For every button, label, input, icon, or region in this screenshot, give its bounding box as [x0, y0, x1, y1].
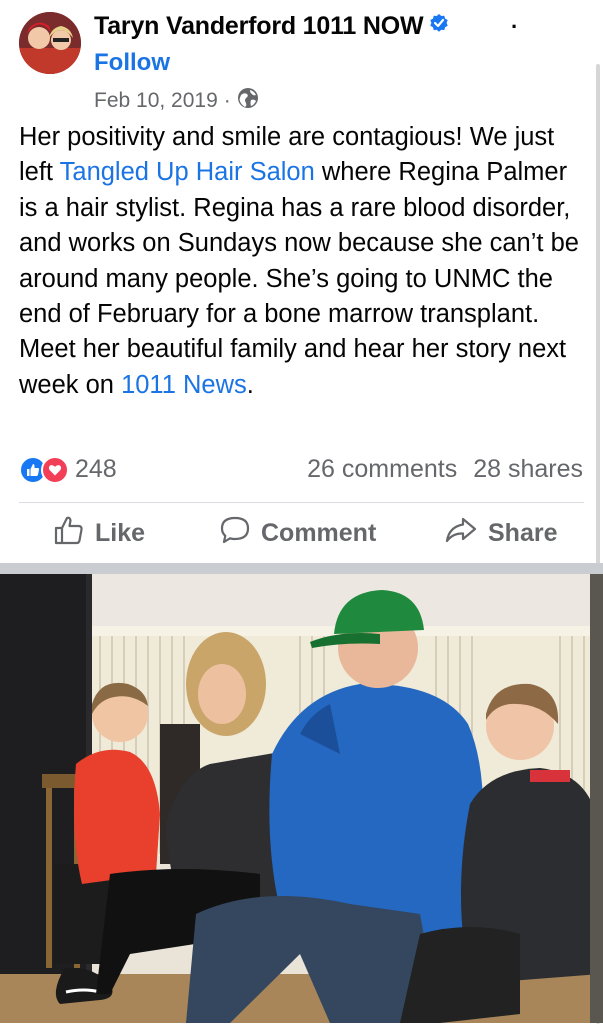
share-button[interactable]: Share [444, 512, 557, 554]
action-bar: Like Comment Share [0, 512, 603, 554]
post-date[interactable]: Feb 10, 2019 [94, 89, 218, 113]
like-label: Like [95, 518, 146, 547]
share-label: Share [488, 518, 558, 547]
globe-icon [237, 87, 259, 115]
post-text-segment: . [246, 370, 254, 399]
post-header: Taryn Vanderford 1011 NOW · Follow Feb 1… [0, 0, 603, 120]
post-text-segment: where Regina Palmer is a hair stylist. R… [19, 158, 579, 399]
share-icon [444, 514, 478, 553]
reaction-summary[interactable]: 248 [19, 455, 117, 484]
more-options-icon[interactable]: · [511, 14, 518, 40]
shares-count[interactable]: 28 shares [473, 455, 583, 484]
love-reaction-icon [41, 455, 69, 484]
follow-button[interactable]: Follow [94, 49, 170, 77]
verified-badge-icon [429, 11, 449, 40]
like-icon [53, 514, 85, 553]
post-meta: Feb 10, 2019 · [94, 87, 259, 115]
engagement-counts: 26 comments 28 shares [307, 455, 583, 484]
like-button[interactable]: Like [53, 512, 145, 554]
post-text-link[interactable]: Tangled Up Hair Salon [60, 158, 315, 186]
avatar[interactable] [19, 12, 81, 74]
post-text-link[interactable]: 1011 News [121, 371, 247, 399]
author-name-text[interactable]: Taryn Vanderford 1011 NOW [94, 12, 424, 40]
divider [19, 502, 584, 503]
author-name[interactable]: Taryn Vanderford 1011 NOW [94, 12, 449, 42]
meta-separator: · [223, 89, 231, 112]
section-separator [0, 563, 603, 574]
post-text: Her positivity and smile are contagious!… [19, 120, 589, 403]
comment-icon [219, 514, 251, 553]
reaction-count: 248 [75, 455, 117, 483]
post-photo[interactable] [0, 574, 603, 1023]
comment-label: Comment [261, 518, 377, 547]
comment-button[interactable]: Comment [219, 512, 376, 554]
comments-count[interactable]: 26 comments [307, 455, 457, 484]
